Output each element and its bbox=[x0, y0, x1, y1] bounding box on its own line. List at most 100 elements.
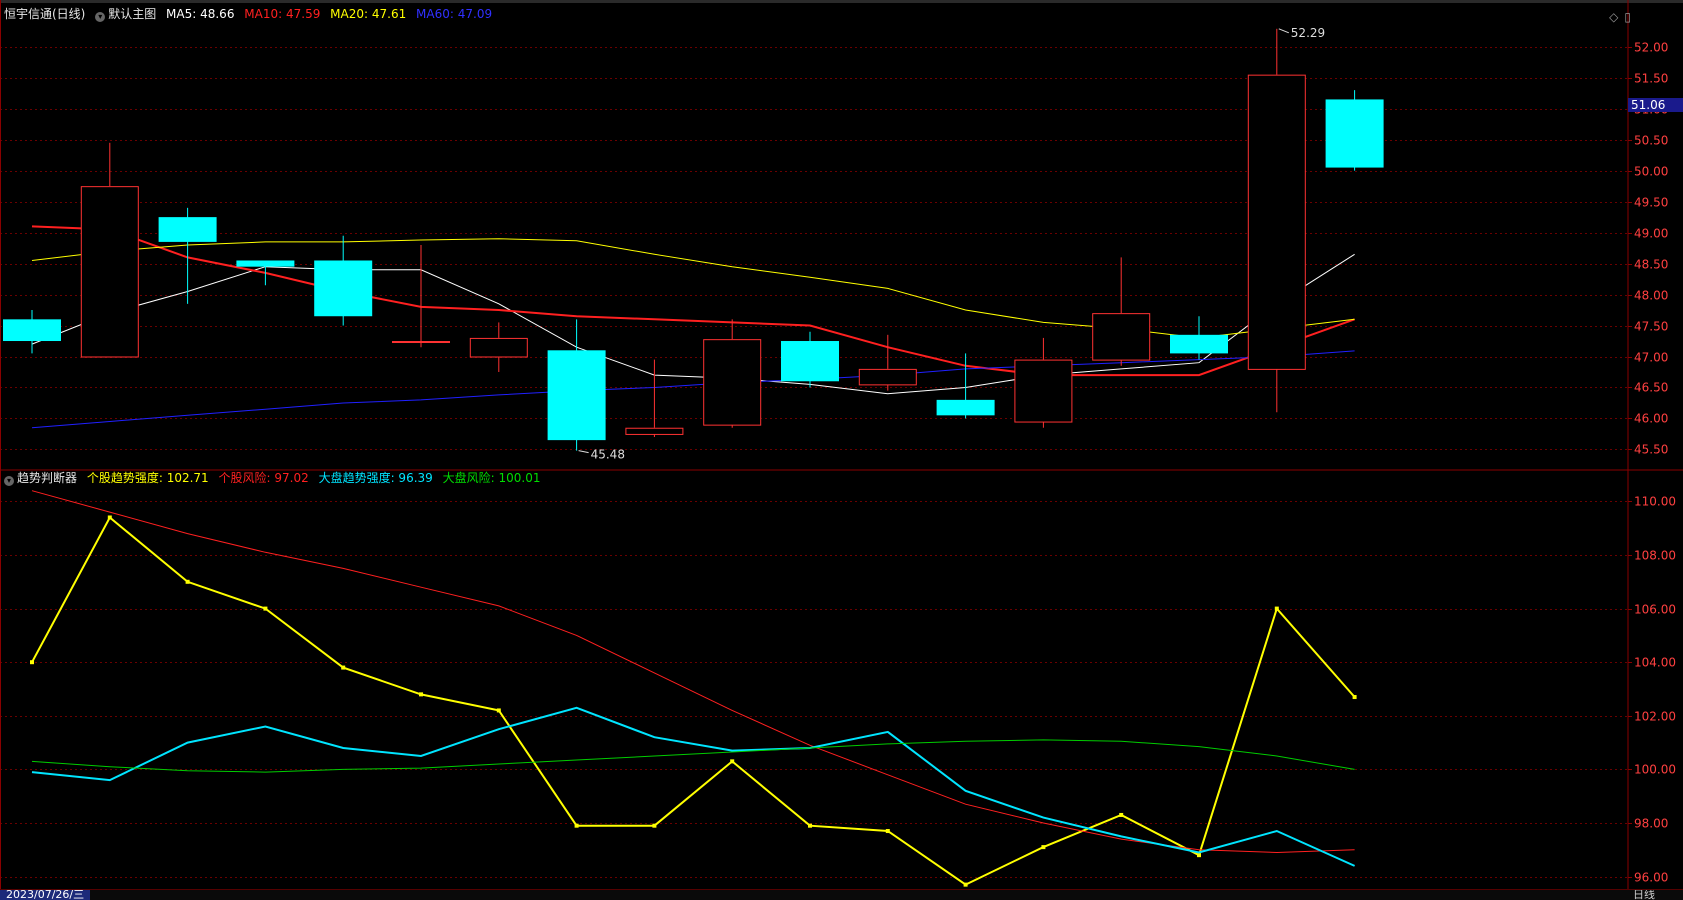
high-pointer bbox=[1278, 28, 1289, 34]
y-tick-label: 49.50 bbox=[1634, 196, 1668, 210]
indicator-title[interactable]: 趋势判断器 bbox=[17, 471, 77, 485]
indicator-point bbox=[185, 579, 190, 584]
y-tick-label: 100.00 bbox=[1634, 763, 1676, 777]
y-tick-label: 46.50 bbox=[1634, 381, 1668, 395]
kline-chart[interactable]: 45.50 46.00 46.50 47.00 47.50 48.00 48.50 49.00… bbox=[0, 0, 1683, 900]
indicator-line-1 bbox=[31, 490, 1355, 854]
axes: 45.50 46.00 46.50 47.00 47.50 48.00 48.50 49.00… bbox=[0, 0, 1683, 891]
indicator-point bbox=[341, 665, 346, 670]
ma20-value: MA20: 47.61 bbox=[330, 7, 407, 21]
ma5-value: MA5: 48.66 bbox=[166, 7, 235, 21]
main-legend: 恒宇信通(日线) ▾ 默认主图 MA5: 48.66 MA10: 47.59 MA… bbox=[4, 6, 498, 22]
stock-risk-value: 个股风险: 97.02 bbox=[218, 471, 309, 485]
indicator-point bbox=[1119, 812, 1124, 817]
candle-up bbox=[625, 359, 684, 438]
candle-up bbox=[1014, 337, 1073, 428]
indicator-point bbox=[730, 759, 735, 764]
candle-body bbox=[858, 368, 917, 386]
candle-down bbox=[158, 207, 217, 304]
indicator-point bbox=[1041, 845, 1046, 850]
candle-up bbox=[469, 322, 528, 372]
indicator-point bbox=[107, 515, 112, 520]
candle-body bbox=[1170, 334, 1228, 354]
template-name[interactable]: 默认主图 bbox=[108, 7, 156, 21]
candle-up bbox=[1092, 257, 1151, 366]
chart-toolbar: ◇ ▯ bbox=[1609, 10, 1631, 24]
indicator-point bbox=[885, 829, 890, 834]
low-pointer bbox=[578, 450, 589, 454]
y-tick-label: 45.50 bbox=[1634, 443, 1668, 457]
dropdown-icon[interactable]: ▾ bbox=[4, 476, 14, 486]
y-tick-label: 108.00 bbox=[1634, 549, 1676, 563]
indicator-point bbox=[574, 823, 579, 828]
candle-down bbox=[1170, 316, 1228, 360]
candle-body bbox=[158, 217, 217, 242]
y-tick-label: 49.00 bbox=[1634, 227, 1668, 241]
sub-grid bbox=[0, 501, 1628, 878]
candle-body bbox=[392, 341, 450, 344]
candle-down bbox=[781, 331, 839, 388]
candle-body bbox=[314, 260, 373, 317]
line-ma20 bbox=[31, 238, 1355, 339]
market-risk-value: 大盘风险: 100.01 bbox=[442, 471, 541, 485]
stock-trend-value: 个股趋势强度: 102.71 bbox=[86, 471, 209, 485]
indicator-point bbox=[808, 823, 812, 828]
candle-down bbox=[547, 319, 606, 451]
candle-body bbox=[469, 337, 528, 358]
y-tick-label: 47.50 bbox=[1634, 320, 1668, 334]
y-tick-label: 51.50 bbox=[1634, 72, 1668, 86]
candle-down bbox=[314, 235, 373, 326]
main-grid bbox=[0, 47, 1628, 450]
last-price-label: 51.06 bbox=[1631, 98, 1665, 112]
y-tick-label: 98.00 bbox=[1634, 817, 1668, 831]
indicator-point bbox=[1197, 853, 1201, 858]
candle-body bbox=[236, 260, 295, 267]
high-label: 52.29 bbox=[1291, 26, 1325, 40]
candle-down bbox=[936, 353, 995, 419]
candle-body bbox=[547, 350, 606, 441]
line-ma60 bbox=[31, 350, 1355, 429]
cursor-date: 2023/07/26/三 bbox=[0, 890, 91, 900]
indicator-line-2 bbox=[31, 706, 1356, 867]
window-icon[interactable]: ▯ bbox=[1624, 10, 1631, 24]
market-trend-value: 大盘趋势强度: 96.39 bbox=[318, 471, 433, 485]
y-tick-label: 46.00 bbox=[1634, 412, 1668, 426]
candle-down bbox=[1325, 90, 1384, 171]
indicator-point bbox=[963, 882, 968, 887]
y-tick-label: 50.00 bbox=[1634, 165, 1668, 179]
y-tick-label: 96.00 bbox=[1634, 871, 1668, 885]
indicator-lines bbox=[30, 490, 1357, 887]
indicator-point bbox=[419, 692, 423, 697]
ma-lines bbox=[31, 225, 1355, 429]
stock-title[interactable]: 恒宇信通(日线) bbox=[4, 7, 85, 21]
candle-body bbox=[1092, 313, 1151, 361]
dropdown-icon[interactable]: ▾ bbox=[95, 12, 106, 22]
candle-down bbox=[3, 310, 61, 354]
line-ma5 bbox=[31, 253, 1355, 395]
indicator-point bbox=[263, 606, 268, 611]
period-label[interactable]: 日线 bbox=[1633, 890, 1655, 900]
y-tick-label: 110.00 bbox=[1634, 495, 1676, 509]
candle-body bbox=[1247, 74, 1306, 370]
diamond-icon[interactable]: ◇ bbox=[1609, 10, 1618, 24]
y-tick-label: 47.00 bbox=[1634, 351, 1668, 365]
line-ma10 bbox=[31, 225, 1355, 377]
candle-up bbox=[392, 245, 450, 348]
candle-up bbox=[80, 142, 139, 358]
candle-body bbox=[781, 341, 839, 382]
candle-up bbox=[1247, 28, 1306, 413]
candle-up bbox=[858, 334, 917, 391]
candle-body bbox=[1014, 359, 1073, 423]
low-label: 45.48 bbox=[591, 448, 625, 462]
status-bar bbox=[0, 889, 1683, 900]
y-tick-label: 48.00 bbox=[1634, 289, 1668, 303]
indicator-line-0 bbox=[31, 515, 1356, 886]
y-tick-label: 102.00 bbox=[1634, 710, 1676, 724]
y-tick-label: 48.50 bbox=[1634, 258, 1668, 272]
ma60-value: MA60: 47.09 bbox=[416, 7, 493, 21]
indicator-point bbox=[30, 660, 34, 665]
candle-body bbox=[936, 399, 995, 416]
candle-body bbox=[703, 339, 762, 426]
candle-body bbox=[80, 186, 139, 358]
candle-body bbox=[3, 319, 61, 342]
